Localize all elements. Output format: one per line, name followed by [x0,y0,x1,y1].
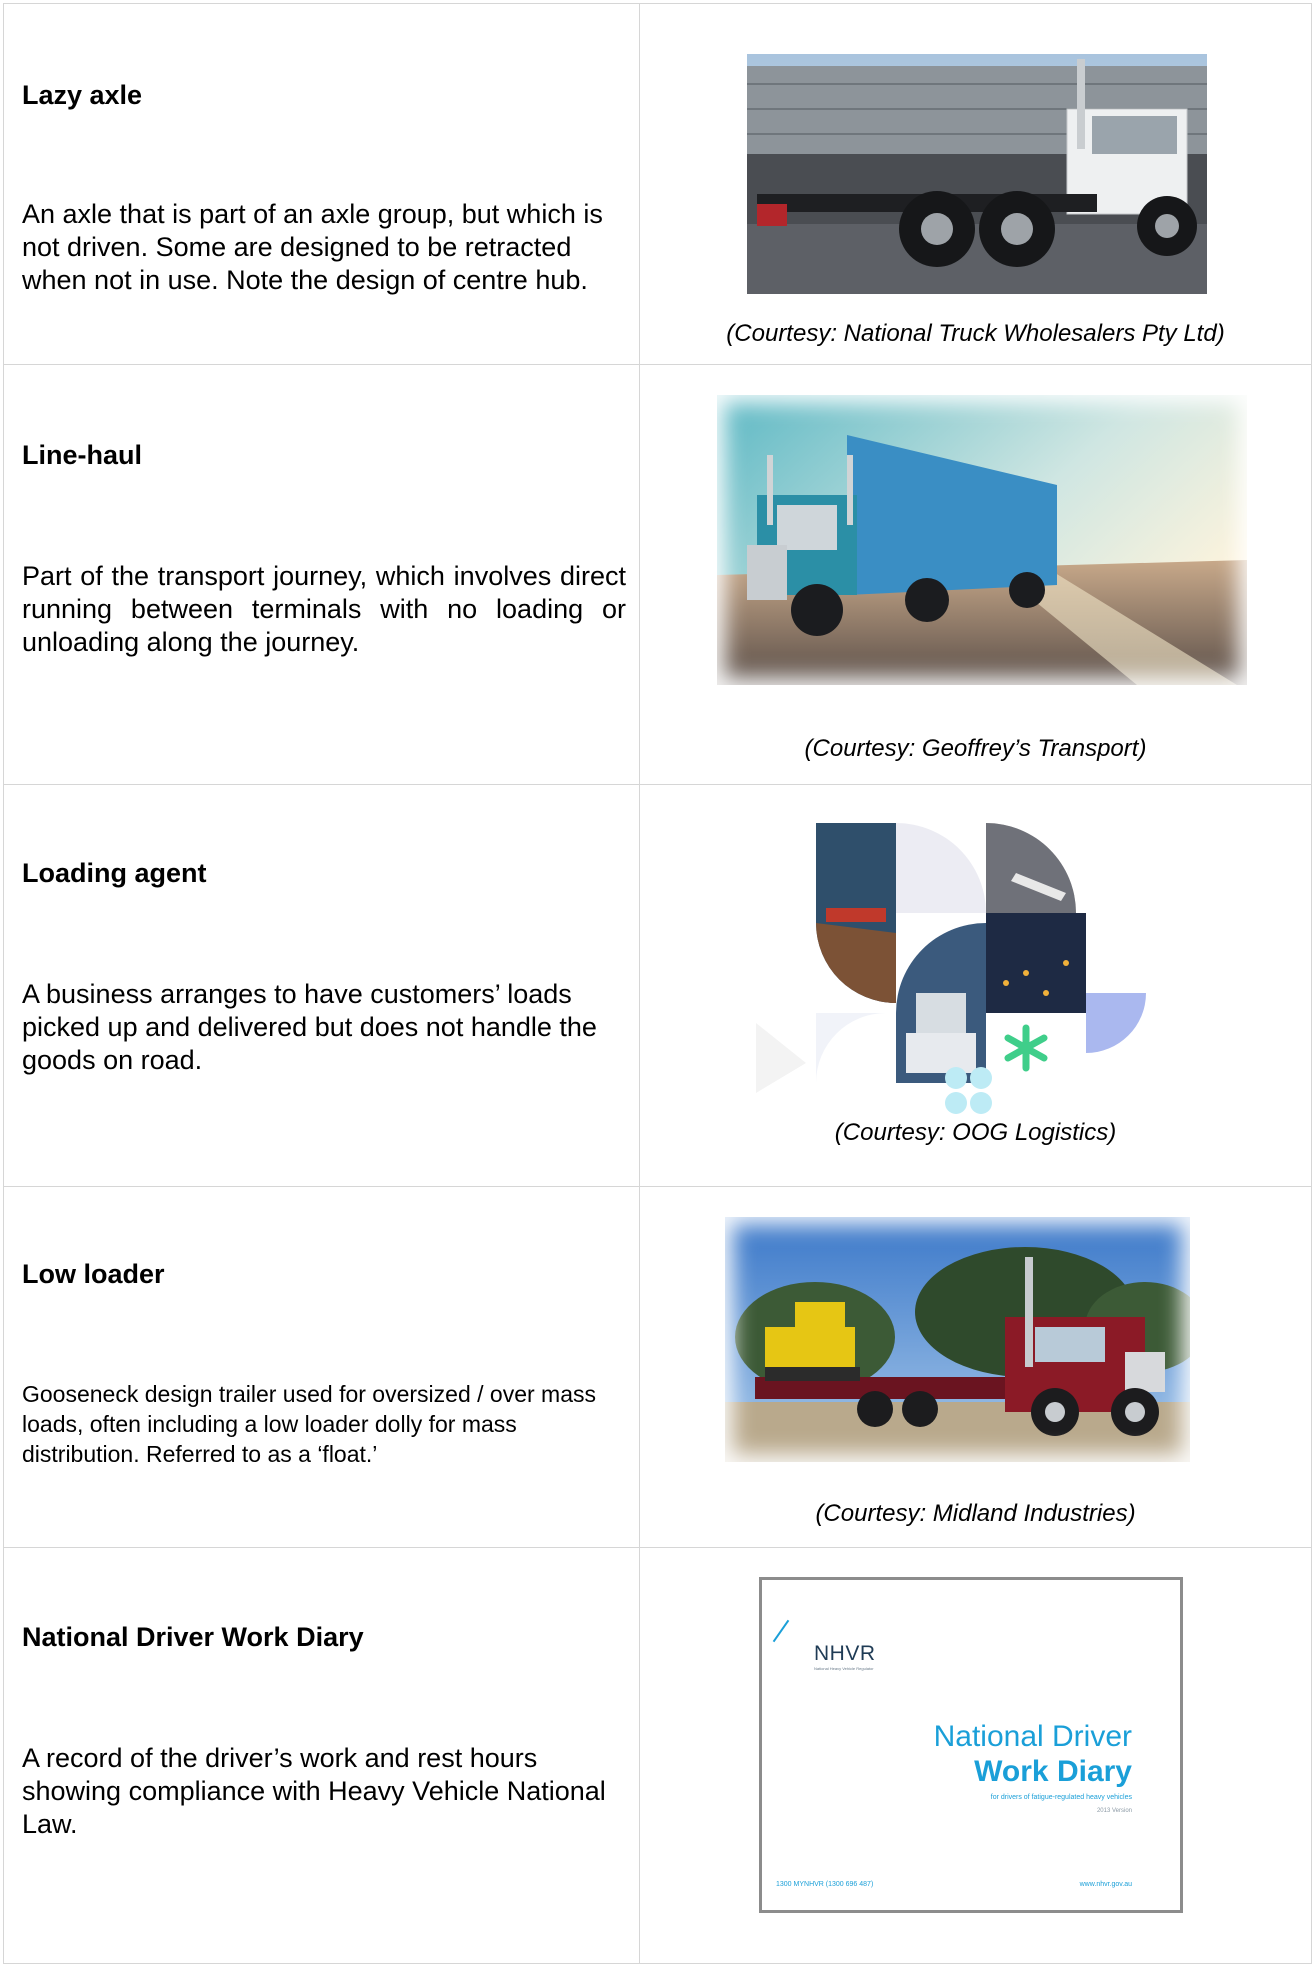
low-loader-truck-photo-icon [725,1217,1190,1462]
term-title: National Driver Work Diary [22,1622,364,1652]
cover-subtitle: for drivers of fatigue-regulated heavy v… [990,1794,1132,1801]
image-caption: (Courtesy: Geoffrey’s Transport) [804,735,1147,762]
image-caption: (Courtesy: Midland Industries) [815,1500,1136,1527]
table-row: Loading agent A business arranges to hav… [3,784,1312,1187]
term-title: Line-haul [22,440,142,470]
table-row: Line-haul Part of the transport journey,… [3,364,1312,785]
term-cell: Lazy axle An axle that is part of an axl… [3,3,640,365]
term-cell: Loading agent A business arranges to hav… [3,784,640,1187]
image-caption: (Courtesy: OOG Logistics) [834,1119,1117,1146]
table-row: National Driver Work Diary A record of t… [3,1547,1312,1964]
term-definition: Part of the transport journey, which inv… [22,561,626,657]
term-cell: National Driver Work Diary A record of t… [3,1547,640,1964]
cover-title-line2: Work Diary [974,1755,1132,1788]
glossary-page: Lazy axle An axle that is part of an axl… [0,0,1314,1966]
term-definition: A business arranges to have customers’ l… [22,979,597,1075]
table-row: Lazy axle An axle that is part of an axl… [3,3,1312,365]
cover-version: 2013 Version [1096,1808,1132,1814]
nhvr-swoosh-icon [772,1619,790,1643]
image-caption: (Courtesy: National Truck Wholesalers Pt… [726,320,1225,347]
logistics-collage-logo-icon [756,813,1196,1123]
highway-truck-photo-icon [717,395,1247,685]
nhvr-logo: NHVR [814,1642,876,1665]
image-cell: (Courtesy: OOG Logistics) [639,784,1312,1187]
term-definition: A record of the driver’s work and rest h… [22,1743,606,1839]
term-title: Lazy axle [22,80,143,110]
work-diary-cover-icon: NHVR National Heavy Vehicle Regulator Na… [759,1577,1183,1913]
term-title: Low loader [22,1259,165,1289]
cover-title-line1: National Driver [933,1720,1132,1753]
nhvr-logo-subtitle: National Heavy Vehicle Regulator [814,1666,874,1671]
image-cell: (Courtesy: National Truck Wholesalers Pt… [639,3,1312,365]
cover-phone: 1300 MYNHVR (1300 696 487) [776,1881,874,1888]
glossary-table: Lazy axle An axle that is part of an axl… [3,3,1312,1964]
cover-website: www.nhvr.gov.au [1079,1881,1132,1888]
term-definition: Gooseneck design trailer used for oversi… [22,1381,596,1467]
term-cell: Line-haul Part of the transport journey,… [3,364,640,785]
image-cell: NHVR National Heavy Vehicle Regulator Na… [639,1547,1312,1964]
term-title: Loading agent [22,858,207,888]
table-row: Low loader Gooseneck design trailer used… [3,1186,1312,1548]
image-cell: (Courtesy: Geoffrey’s Transport) [639,364,1312,785]
image-cell: (Courtesy: Midland Industries) [639,1186,1312,1548]
term-cell: Low loader Gooseneck design trailer used… [3,1186,640,1548]
truck-chassis-photo-icon [747,54,1207,294]
term-definition: An axle that is part of an axle group, b… [22,199,603,295]
